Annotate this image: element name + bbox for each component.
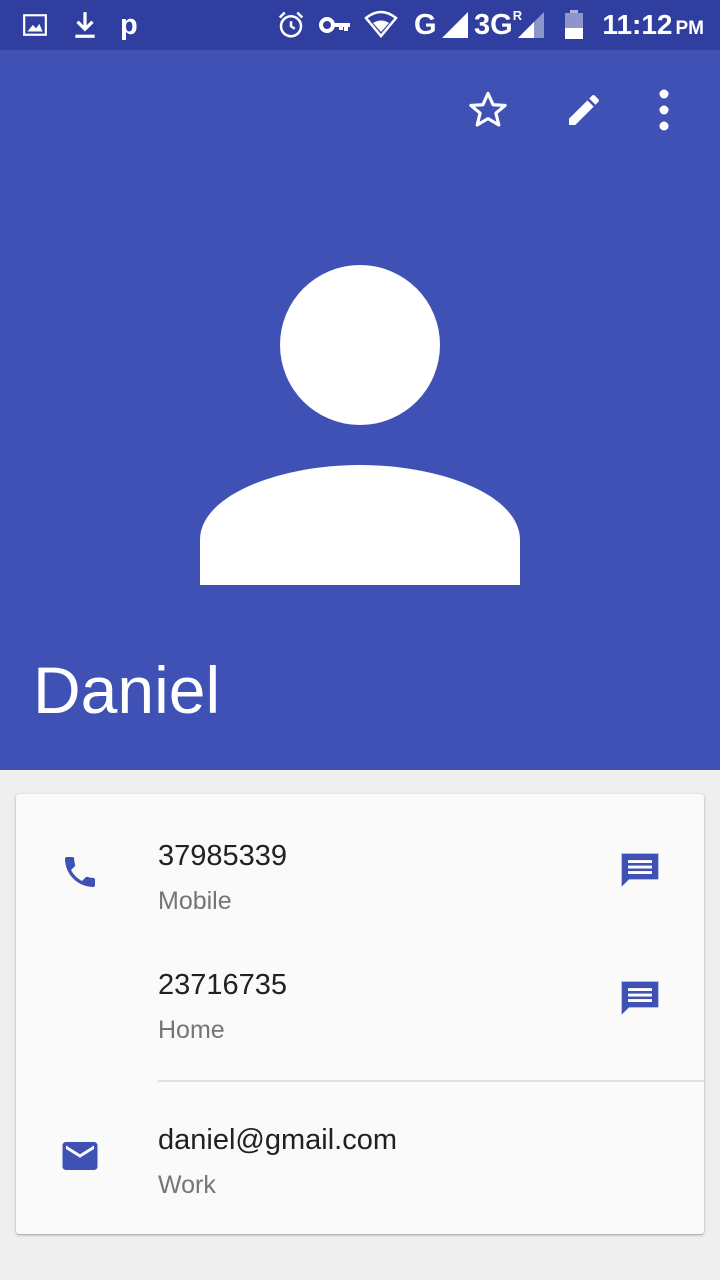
clock-time: 11:12 <box>602 9 673 40</box>
phone-type-label: Mobile <box>158 887 232 915</box>
contact-header: Daniel <box>0 50 720 770</box>
email-type-label: Work <box>158 1171 216 1199</box>
more-options-button[interactable] <box>634 80 694 140</box>
star-outline-icon <box>469 91 507 127</box>
wifi-icon <box>364 0 398 50</box>
phone-number: 23716735 <box>158 969 288 1001</box>
message-icon <box>621 981 659 1015</box>
message-icon <box>621 853 659 887</box>
send-message-button[interactable] <box>612 844 668 900</box>
clock: 11:12 PM <box>602 0 704 50</box>
battery-icon <box>564 0 584 50</box>
default-person-icon <box>200 265 520 585</box>
email-row-work[interactable]: daniel@gmail.com Work <box>16 1094 704 1224</box>
contact-name: Daniel <box>33 653 221 727</box>
phone-icon <box>58 850 102 894</box>
gallery-icon <box>22 0 48 50</box>
download-icon <box>72 0 98 50</box>
phone-number: 37985339 <box>158 840 288 872</box>
email-icon <box>58 1134 102 1178</box>
phone-type-label: Home <box>158 1016 225 1044</box>
section-divider <box>158 1080 704 1082</box>
app-notification-icon: p <box>120 0 138 50</box>
vpn-key-icon <box>318 0 352 50</box>
app-letter: p <box>120 8 138 41</box>
contact-avatar <box>200 265 520 585</box>
edit-pencil-icon <box>569 94 600 125</box>
more-vert-icon <box>659 89 669 131</box>
phone-row-home[interactable]: 23716735 Home <box>16 944 704 1074</box>
clock-ampm: PM <box>675 18 705 39</box>
alarm-icon <box>276 0 306 50</box>
signal-strength-roaming-icon <box>516 0 546 50</box>
network-3g-label: 3G <box>474 8 513 41</box>
edit-button[interactable] <box>554 80 614 140</box>
contact-details-card: 37985339 Mobile 23716735 Home daniel@gma… <box>16 794 704 1234</box>
favorite-button[interactable] <box>458 80 518 140</box>
network-3g-indicator: 3G R <box>474 0 522 50</box>
send-message-button[interactable] <box>612 972 668 1028</box>
network-g-indicator: G <box>414 0 437 50</box>
signal-strength-icon <box>440 0 470 50</box>
network-g-label: G <box>414 8 437 41</box>
phone-row-mobile[interactable]: 37985339 Mobile <box>16 814 704 944</box>
email-address: daniel@gmail.com <box>158 1124 397 1156</box>
status-bar: p G 3G R 11:12 PM <box>0 0 720 50</box>
